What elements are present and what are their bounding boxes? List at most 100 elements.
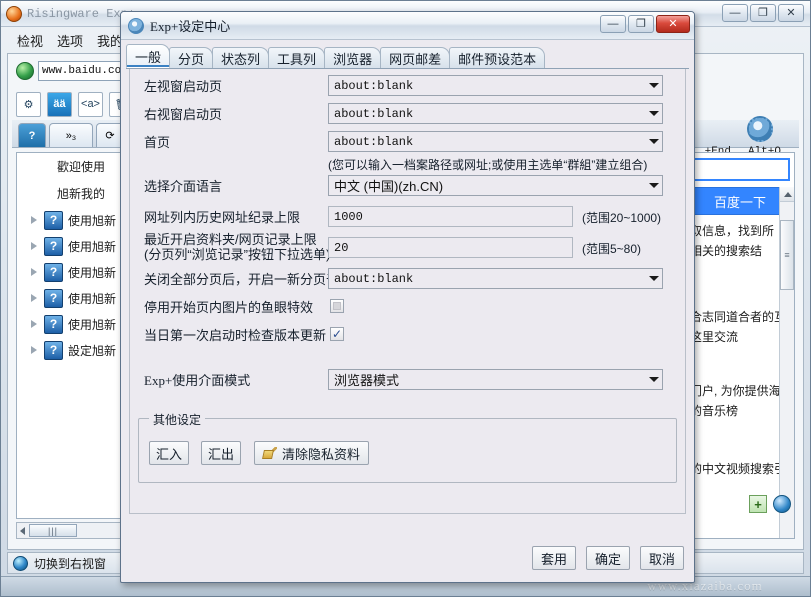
toolbar-icon-strip: ⚙ ää <a> 🗑 [16,90,134,118]
question-icon: ? [44,340,63,360]
list-item[interactable]: ? 設定旭新 [17,337,127,363]
clock-icon[interactable] [773,495,791,513]
tab-browser[interactable]: 浏览器 [324,47,382,68]
other-settings-group: 其他设定 汇入 汇出 清除隐私资料 [138,411,677,483]
bg-minimize-button[interactable]: — [722,4,748,22]
font-icon[interactable]: ää [47,91,72,117]
tree-horizontal-scrollbar[interactable]: ||| [16,522,128,539]
ui-mode-combo[interactable]: 浏览器模式 [328,369,663,390]
dialog-title: Exp+设定中心 [150,19,231,34]
url-history-limit-input[interactable]: 1000 [328,206,573,227]
cancel-button[interactable]: 取消 [640,546,684,570]
tab-toolbar[interactable]: 工具列 [268,47,326,68]
globe-icon [16,62,34,80]
list-item[interactable]: ? 使用旭新 [17,207,127,233]
label-ui-language: 选择介面语言 [144,179,223,194]
question-icon: ? [44,288,63,308]
chevron-right-icon[interactable] [31,294,37,302]
import-button[interactable]: 汇入 [149,441,189,465]
disable-fisheye-checkbox[interactable] [330,299,344,313]
list-item[interactable]: ? 使用旭新 [17,233,127,259]
chevron-down-icon[interactable] [645,76,662,95]
homepage-note: (您可以输入一档案路径或网址;或使用主选单“群組”建立组合) [328,158,648,172]
homepage-combo[interactable]: about:blank [328,131,663,152]
scroll-left-icon[interactable] [20,526,25,535]
globe-icon [13,555,28,571]
tab-pages[interactable]: 分页 [169,47,214,68]
list-item-label: 使用旭新 [68,291,117,306]
left-startpage-value: about:blank [334,78,414,93]
dialog-titlebar: Exp+设定中心 — ❐ ✕ [121,12,694,40]
tab-mail-template[interactable]: 邮件预设范本 [449,47,546,68]
scroll-thumb[interactable]: ||| [29,524,77,537]
tab-webmail[interactable]: 网页邮差 [380,47,451,68]
list-item[interactable]: ? 使用旭新 [17,259,127,285]
scroll-up-icon[interactable] [780,187,794,202]
list-item-label: 使用旭新 [68,265,117,280]
dialog-body: 左视窗启动页 about:blank 右视窗启动页 about:blank 首页… [129,69,686,514]
chevron-right-icon[interactable] [31,320,37,328]
chevron-down-icon[interactable] [645,370,662,389]
tab-general[interactable]: 一般 [126,44,171,68]
dialog-footer: 套用 确定 取消 [532,546,684,570]
recent-limit-input[interactable]: 20 [328,237,573,258]
gear-icon [128,17,144,34]
close-all-tabs-combo[interactable]: about:blank [328,268,663,289]
label-right-startpage: 右视窗启动页 [144,107,223,122]
web-vertical-scrollbar[interactable]: ≡ [779,187,794,538]
web-text-line: 的音乐榜 [690,404,739,418]
group-legend: 其他设定 [149,411,206,428]
label-close-all-tabs: 关闭全部分页后，开启一新分页于 [144,272,340,287]
checkbox-inner [333,302,341,310]
ok-button[interactable]: 确定 [586,546,630,570]
chevron-down-icon[interactable] [645,176,662,195]
web-text-line: 合志同道合者的互 [690,310,787,324]
left-startpage-combo[interactable]: about:blank [328,75,663,96]
ui-language-combo[interactable]: 中文 (中国)(zh.CN) [328,175,663,196]
chevron-down-icon[interactable] [645,269,662,288]
source-icon[interactable]: <a> [78,91,103,117]
question-icon: ? [44,262,63,282]
chevron-right-icon[interactable] [31,242,37,250]
list-item-label: 使用旭新 [68,317,117,332]
web-text-line: 取信息，找到所 [690,224,775,238]
ui-language-value: 中文 (中国)(zh.CN) [334,179,444,194]
add-button[interactable]: + [749,495,767,513]
chevron-right-icon[interactable] [31,346,37,354]
dialog-tabstrip: 一般 分页 状态列 工具列 浏览器 网页邮差 邮件预设范本 [126,44,689,69]
chevron-down-icon[interactable] [645,132,662,151]
chevron-right-icon[interactable] [31,268,37,276]
export-button[interactable]: 汇出 [201,441,241,465]
clear-privacy-button[interactable]: 清除隐私资料 [254,441,370,465]
gear-icon[interactable] [747,116,773,142]
tab-more[interactable]: »₃ [49,123,93,147]
chevron-down-icon[interactable] [645,104,662,123]
apply-button[interactable]: 套用 [532,546,576,570]
label-ui-mode: Exp+使用介面模式 [144,373,251,388]
background-window-buttons: — ❐ ✕ [722,4,804,22]
tab-help[interactable]: ? [18,123,46,147]
dialog-minimize-button[interactable]: — [600,15,626,33]
right-startpage-combo[interactable]: about:blank [328,103,663,124]
baidu-search-button[interactable]: 百度一下 [690,187,790,215]
baidu-search-input[interactable] [690,158,790,181]
dialog-close-button[interactable]: ✕ [656,15,690,33]
bg-close-button[interactable]: ✕ [778,4,804,22]
export-button-label: 汇出 [208,446,235,462]
dialog-maximize-button[interactable]: ❐ [628,15,654,33]
menu-item-view[interactable]: 检视 [17,31,43,50]
ui-mode-value: 浏览器模式 [334,373,400,388]
chevron-right-icon[interactable] [31,216,37,224]
checkmark-icon: ✓ [331,327,343,341]
list-item[interactable]: ? 使用旭新 [17,311,127,337]
menu-item-options[interactable]: 选项 [57,31,83,50]
check-update-checkbox[interactable]: ✓ [330,327,344,341]
scroll-thumb[interactable]: ≡ [780,220,794,290]
bg-maximize-button[interactable]: ❐ [750,4,776,22]
tab-statusbar[interactable]: 状态列 [212,47,270,68]
left-tree-pane[interactable]: 歡迎使用 旭新我的 ? 使用旭新 ? 使用旭新 ? 使用旭新 ? 使用旭新 ? … [16,152,128,519]
settings-dialog: Exp+设定中心 — ❐ ✕ 一般 分页 状态列 工具列 浏览器 网页邮差 邮件… [120,11,695,583]
web-text-line: 门户, 为你提供海 [690,384,781,398]
settings-icon[interactable]: ⚙ [16,91,41,117]
list-item[interactable]: ? 使用旭新 [17,285,127,311]
